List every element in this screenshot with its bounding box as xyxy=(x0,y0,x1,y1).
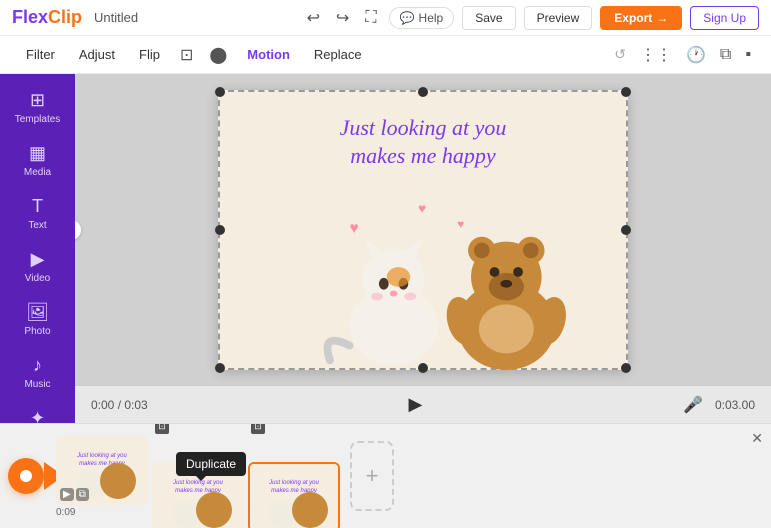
photo-label: Photo xyxy=(24,326,50,337)
svg-text:Just looking at you: Just looking at you xyxy=(76,453,127,459)
topbar: FlexClip Untitled ↩ ↪ ⛶ 💬 Help Save Prev… xyxy=(0,0,771,36)
slide-marker-2: ⊡ xyxy=(155,424,169,434)
flip-button[interactable]: Flip xyxy=(129,43,170,66)
fullscreen-button[interactable]: ⛶ xyxy=(361,5,380,31)
sidebar: ⊞ Templates ▦ Media T Text ▶ Video 🖼 Pho… xyxy=(0,74,75,423)
canvas-text-line1: Just looking at you xyxy=(218,114,628,143)
slide-item-3: ⊡ 03 Just looking at you makes me happy … xyxy=(250,424,340,528)
grid-button[interactable]: ⋮⋮ xyxy=(636,41,676,69)
svg-text:Just looking at you: Just looking at you xyxy=(268,480,319,486)
help-button[interactable]: 💬 Help xyxy=(389,7,455,29)
end-duration: 0:03.00 xyxy=(715,398,755,412)
replace-button[interactable]: Replace xyxy=(304,43,372,66)
player-bar: 0:00 / 0:03 ▶ 🎤 0:03.00 xyxy=(75,385,771,423)
svg-text:♥: ♥ xyxy=(350,219,359,236)
sidebar-item-video[interactable]: ▶ Video xyxy=(4,241,72,292)
project-title: Untitled xyxy=(94,10,303,25)
refresh-button[interactable]: ↺ xyxy=(610,42,630,67)
filter-button[interactable]: Filter xyxy=(16,43,65,66)
text-icon: T xyxy=(32,196,43,217)
slide-item-1: 01 Just looking at you makes me happy ▶ … xyxy=(56,435,148,518)
text-label: Text xyxy=(28,220,46,231)
svg-text:♥: ♥ xyxy=(418,201,426,216)
slide-duration-1: 0:09 xyxy=(56,507,75,518)
music-label: Music xyxy=(24,379,50,390)
sidebar-item-music[interactable]: ♪ Music xyxy=(4,347,72,398)
main: ⊞ Templates ▦ Media T Text ▶ Video 🖼 Pho… xyxy=(0,74,771,423)
current-time-value: 0:00 xyxy=(91,398,114,412)
more-button[interactable]: ▪ xyxy=(741,42,755,68)
mic-button[interactable]: 🎤 xyxy=(683,395,703,415)
player-controls: ▶ xyxy=(160,391,671,419)
video-icon: ▶ xyxy=(31,249,45,270)
slide-preview-3: Just looking at you makes me happy xyxy=(250,464,338,528)
canvas-text-line2: makes me happy xyxy=(218,142,628,171)
preview-button[interactable]: Preview xyxy=(524,6,593,30)
slide-icons-1: ▶ ⧉ xyxy=(60,488,89,501)
svg-text:♥: ♥ xyxy=(457,217,464,230)
undo-button[interactable]: ↩ xyxy=(303,4,324,32)
elements-icon: ✦ xyxy=(30,408,45,423)
duplicate-tooltip: Duplicate xyxy=(176,452,246,476)
media-icon: ▦ xyxy=(29,143,46,164)
slide-marker-3: ⊡ xyxy=(251,424,265,434)
circle-fill-button[interactable]: ⬤ xyxy=(203,41,233,69)
help-label: Help xyxy=(419,11,444,25)
export-button[interactable]: Export → xyxy=(600,6,682,30)
record-button[interactable] xyxy=(8,458,44,494)
signup-button[interactable]: Sign Up xyxy=(690,6,759,30)
play-button[interactable]: ▶ xyxy=(401,391,429,419)
timeline: ✕ 01 Just looking at you makes me happy xyxy=(0,423,771,528)
video-label: Video xyxy=(25,273,50,284)
templates-icon: ⊞ xyxy=(30,90,45,111)
total-time-value: 0:03 xyxy=(124,398,147,412)
canvas-illustration: ♥ ♥ ♥ xyxy=(218,174,628,370)
sidebar-item-photo[interactable]: 🖼 Photo xyxy=(4,294,72,345)
sidebar-item-elements[interactable]: ✦ Elements xyxy=(4,400,72,423)
logo-flex: Flex xyxy=(12,7,48,27)
history-button[interactable]: 🕐 xyxy=(682,41,710,69)
help-icon: 💬 xyxy=(400,11,415,25)
collapse-sidebar-button[interactable]: › xyxy=(75,220,81,240)
sidebar-item-text[interactable]: T Text xyxy=(4,188,72,239)
slide-copy-btn-1[interactable]: ⧉ xyxy=(76,488,89,501)
sidebar-item-media[interactable]: ▦ Media xyxy=(4,135,72,186)
current-time: 0:00 / 0:03 xyxy=(91,398,148,412)
slides-container: 01 Just looking at you makes me happy ▶ … xyxy=(56,424,763,528)
crop-icon-button[interactable]: ⊡ xyxy=(174,41,199,69)
music-icon: ♪ xyxy=(33,355,42,376)
slide-thumb-1[interactable]: 01 Just looking at you makes me happy ▶ … xyxy=(56,435,148,505)
canvas-text: Just looking at you makes me happy xyxy=(218,90,628,171)
topbar-actions: ↩ ↪ ⛶ 💬 Help Save Preview Export → Sign … xyxy=(303,4,759,32)
canvas-area: › Just looking at you makes me xyxy=(75,74,771,423)
media-label: Media xyxy=(24,167,51,178)
redo-button[interactable]: ↪ xyxy=(332,4,353,32)
slide-thumb-3[interactable]: 03 Just looking at you makes me happy xyxy=(248,462,340,528)
save-button[interactable]: Save xyxy=(462,6,515,30)
templates-label: Templates xyxy=(15,114,61,125)
canvas-wrapper: › Just looking at you makes me xyxy=(75,74,771,385)
logo-clip: Clip xyxy=(48,7,82,27)
add-slide-button[interactable]: + xyxy=(350,441,394,511)
timeline-close-button[interactable]: ✕ xyxy=(751,430,763,447)
toolbar: Filter Adjust Flip ⊡ ⬤ Motion Replace ↺ … xyxy=(0,36,771,74)
export-arrow-icon: → xyxy=(656,11,668,25)
adjust-button[interactable]: Adjust xyxy=(69,43,125,66)
sidebar-item-templates[interactable]: ⊞ Templates xyxy=(4,82,72,133)
canvas[interactable]: Just looking at you makes me happy ♥ ♥ ♥ xyxy=(218,90,628,370)
export-label: Export xyxy=(614,11,652,25)
logo: FlexClip xyxy=(12,7,82,28)
toolbar-right: ↺ ⋮⋮ 🕐 ⧉ ▪ xyxy=(610,41,755,69)
slide-play-btn-1[interactable]: ▶ xyxy=(60,488,74,501)
layers-button[interactable]: ⧉ xyxy=(716,42,735,68)
record-icon xyxy=(18,468,34,484)
motion-button[interactable]: Motion xyxy=(237,43,300,66)
photo-icon: 🖼 xyxy=(26,302,49,323)
